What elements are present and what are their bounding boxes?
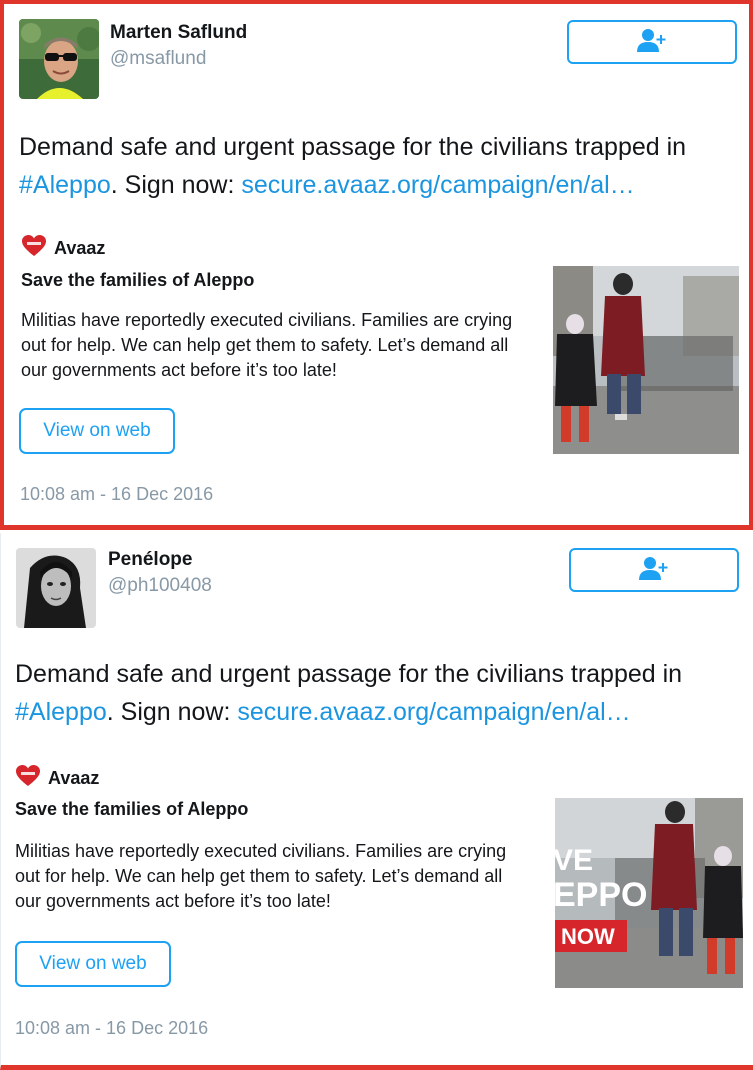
tweet-text-main: Demand safe and urgent passage for the c… xyxy=(15,660,683,688)
card-title[interactable]: Save the families of Aleppo xyxy=(15,799,248,820)
hashtag-link[interactable]: #Aleppo xyxy=(15,698,107,726)
author-name[interactable]: Marten Saflund xyxy=(110,22,247,44)
view-on-web-button[interactable]: View on web xyxy=(15,941,171,987)
tweet-text-mid: . Sign now: xyxy=(106,698,238,726)
follow-button[interactable] xyxy=(569,548,739,592)
add-user-icon xyxy=(639,556,669,585)
timestamp[interactable]: 10:08 am - 16 Dec 2016 xyxy=(15,1018,208,1039)
add-user-icon xyxy=(637,28,667,57)
hashtag-link[interactable]: #Aleppo xyxy=(19,171,111,199)
overlay-now-badge: NOW xyxy=(561,924,615,949)
follow-button[interactable] xyxy=(567,20,737,64)
card-image[interactable] xyxy=(553,266,739,454)
campaign-link[interactable]: secure.avaaz.org/campaign/en/al… xyxy=(241,171,634,199)
card-source: Avaaz xyxy=(16,765,99,792)
author-handle[interactable]: @msaflund xyxy=(110,48,206,70)
tweet-text-mid: . Sign now: xyxy=(110,171,242,199)
tweet-text-main: Demand safe and urgent passage for the c… xyxy=(19,133,687,161)
view-on-web-button[interactable]: View on web xyxy=(19,408,175,454)
campaign-link[interactable]: secure.avaaz.org/campaign/en/al… xyxy=(237,698,630,726)
avaaz-heart-icon xyxy=(22,235,46,262)
timestamp[interactable]: 10:08 am - 16 Dec 2016 xyxy=(20,484,213,505)
card-description: Militias have reportedly executed civili… xyxy=(15,841,507,911)
author-handle[interactable]: @ph100408 xyxy=(108,575,212,597)
tweet-card: Marten Saflund @msaflund Demand safe and… xyxy=(0,0,753,530)
card-image[interactable]: VE EPPO NOW xyxy=(555,798,743,988)
overlay-text-line1: VE xyxy=(555,844,593,877)
tweet-text: Demand safe and urgent passage for the c… xyxy=(15,655,735,731)
card-source-label: Avaaz xyxy=(54,238,106,258)
tweet-card: Penélope @ph100408 Demand safe and urgen… xyxy=(0,533,753,1070)
card-title[interactable]: Save the families of Aleppo xyxy=(21,270,254,291)
avaaz-heart-icon xyxy=(16,765,40,792)
avatar[interactable] xyxy=(16,548,96,628)
author-name[interactable]: Penélope xyxy=(108,549,192,571)
card-description: Militias have reportedly executed civili… xyxy=(21,310,513,380)
overlay-text-line2: EPPO xyxy=(555,876,647,914)
card-source-label: Avaaz xyxy=(48,768,100,788)
tweet-text: Demand safe and urgent passage for the c… xyxy=(19,128,739,204)
card-source: Avaaz xyxy=(22,235,105,262)
avatar[interactable] xyxy=(19,19,99,99)
